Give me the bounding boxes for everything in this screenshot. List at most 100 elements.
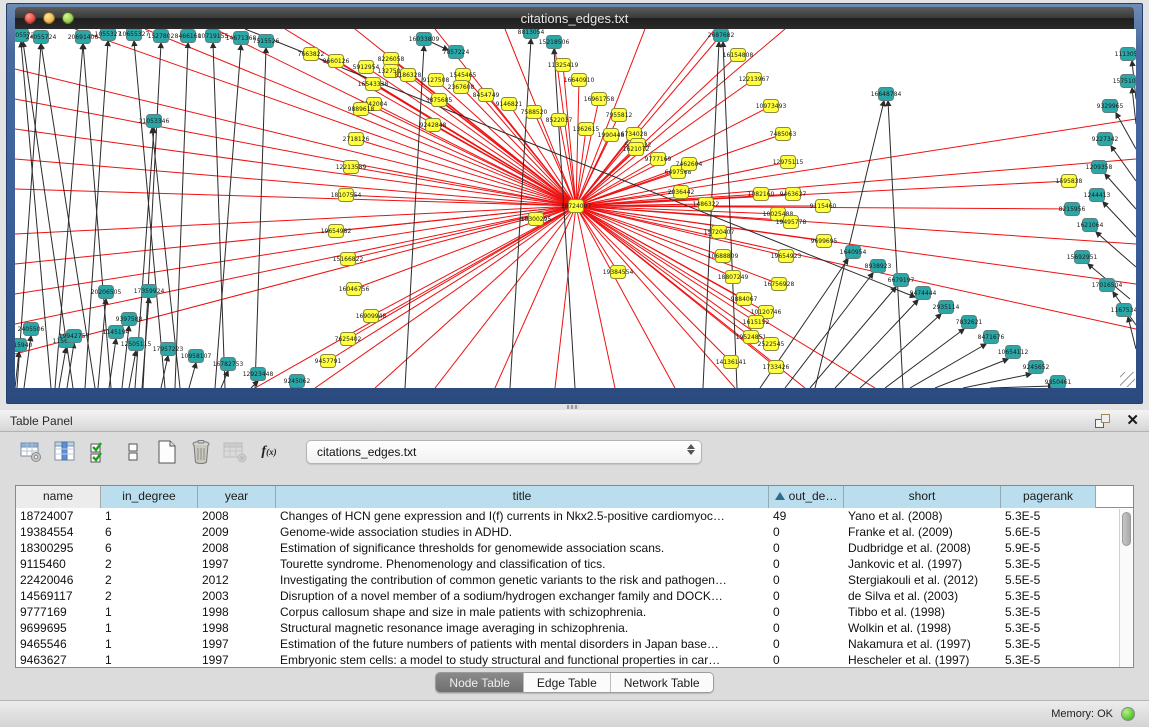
citation-edge[interactable]: [189, 363, 196, 388]
network-node[interactable]: 9245062: [284, 375, 311, 388]
network-node[interactable]: 17957223: [153, 343, 184, 356]
network-node[interactable]: 2718126: [343, 133, 370, 146]
network-node[interactable]: 10973493: [756, 100, 787, 113]
window-resize-grip[interactable]: [1120, 372, 1135, 387]
network-node[interactable]: 1595838: [1056, 175, 1083, 188]
network-node[interactable]: 12505115: [121, 338, 152, 351]
network-node[interactable]: 14136141: [716, 356, 747, 369]
network-window-titlebar[interactable]: citations_edges.txt: [15, 7, 1134, 29]
citation-edge[interactable]: [554, 49, 575, 388]
column-header-in_degree[interactable]: in_degree: [101, 486, 198, 508]
citation-edge[interactable]: [576, 206, 756, 322]
tab-node-table[interactable]: Node Table: [436, 673, 524, 692]
network-node[interactable]: 9127508: [423, 74, 450, 87]
column-header-short[interactable]: short: [844, 486, 1001, 508]
citation-edge[interactable]: [255, 48, 266, 388]
splitter-grip[interactable]: [567, 405, 579, 409]
table-row[interactable]: 911546021997Tourette syndrome. Phenomeno…: [16, 556, 1133, 572]
network-node[interactable]: 1167534: [1111, 304, 1136, 317]
network-node[interactable]: 19654923: [771, 250, 802, 263]
citation-edge[interactable]: [1116, 113, 1136, 149]
float-panel-icon[interactable]: [1095, 414, 1110, 428]
citation-edge[interactable]: [576, 159, 1136, 206]
table-row[interactable]: 1456911722003Disruption of a novel membe…: [16, 588, 1133, 604]
citation-edge[interactable]: [255, 206, 576, 388]
network-node[interactable]: 1244413: [1084, 189, 1111, 202]
citation-edge[interactable]: [17, 44, 41, 388]
network-node[interactable]: 9115460: [810, 200, 837, 213]
citation-edge[interactable]: [1103, 202, 1136, 237]
network-node[interactable]: 9463627: [780, 188, 807, 201]
network-node[interactable]: 9227342: [1092, 133, 1119, 146]
citation-edge[interactable]: [935, 359, 1008, 388]
table-row[interactable]: 977716911998Corpus callosum shape and si…: [16, 604, 1133, 620]
citation-edge[interactable]: [495, 206, 576, 388]
network-node[interactable]: 8215956: [1059, 203, 1086, 216]
citation-edge[interactable]: [1111, 146, 1136, 181]
network-node[interactable]: 9699695: [811, 235, 838, 248]
network-node[interactable]: 15692951: [1067, 251, 1098, 264]
new-table-icon[interactable]: [152, 437, 182, 467]
network-node[interactable]: 12923448: [243, 368, 274, 381]
network-node[interactable]: 20206505: [91, 286, 122, 299]
table-row[interactable]: 1830029562008Estimation of significance …: [16, 540, 1133, 556]
table-vertical-scrollbar[interactable]: [1119, 509, 1132, 667]
network-node[interactable]: 1362615: [573, 123, 600, 136]
citation-edge[interactable]: [175, 43, 188, 388]
table-row[interactable]: 946362711997Embryonic stem cells: a mode…: [16, 652, 1133, 668]
citation-edge[interactable]: [15, 99, 576, 206]
network-node[interactable]: 12213589: [336, 161, 367, 174]
network-node[interactable]: 9329965: [1097, 100, 1124, 113]
scrollbar-thumb[interactable]: [1122, 512, 1131, 546]
tab-network-table[interactable]: Network Table: [611, 673, 713, 692]
citation-edge[interactable]: [1096, 232, 1136, 267]
network-node[interactable]: 16961758: [584, 93, 615, 106]
network-node[interactable]: 5912954: [353, 61, 380, 74]
citation-edge[interactable]: [15, 206, 576, 294]
citation-edge[interactable]: [990, 386, 1053, 388]
table-row[interactable]: 946554611997Estimation of the future num…: [16, 636, 1133, 652]
network-node[interactable]: 9397588: [116, 313, 143, 326]
citation-edge[interactable]: [576, 206, 1136, 329]
citation-edge[interactable]: [435, 206, 576, 388]
network-node[interactable]: 10655327: [119, 29, 150, 41]
network-node[interactable]: 2367608: [448, 81, 475, 94]
network-node[interactable]: 1733426: [763, 361, 790, 374]
show-columns-icon[interactable]: [50, 437, 80, 467]
network-node[interactable]: 10654112: [998, 346, 1029, 359]
citation-edge[interactable]: [888, 101, 903, 388]
table-settings-icon[interactable]: [16, 437, 46, 467]
citation-edge[interactable]: [98, 299, 106, 388]
network-node[interactable]: 16640910: [564, 74, 595, 87]
citation-edge[interactable]: [1128, 317, 1136, 349]
function-builder-icon[interactable]: f(x): [254, 437, 284, 467]
citation-edge[interactable]: [328, 206, 576, 361]
network-node[interactable]: 21053346: [139, 115, 170, 128]
network-node[interactable]: 7515526: [253, 35, 280, 48]
citation-edge[interactable]: [21, 42, 51, 388]
network-node[interactable]: 9245652: [1023, 361, 1050, 374]
citation-edge[interactable]: [15, 206, 576, 234]
column-header-year[interactable]: year: [198, 486, 276, 508]
tab-edge-table[interactable]: Edge Table: [524, 673, 611, 692]
table-row[interactable]: 2242004622012Investigating the contribut…: [16, 572, 1133, 588]
network-node[interactable]: 8813054: [518, 29, 545, 39]
select-all-icon[interactable]: [84, 437, 114, 467]
network-node[interactable]: 16909948: [356, 310, 387, 323]
network-canvas[interactable]: 1872400718300295193845542405572240557242…: [15, 29, 1136, 388]
network-node[interactable]: 1113054: [1115, 48, 1136, 61]
citation-edge[interactable]: [15, 206, 576, 354]
network-node[interactable]: 7663822: [298, 48, 325, 61]
citation-edge[interactable]: [59, 348, 66, 388]
network-node[interactable]: 15751074: [1113, 75, 1136, 88]
network-node[interactable]: 12213967: [739, 73, 770, 86]
table-row[interactable]: 1872400712008Changes of HCN gene express…: [16, 508, 1133, 524]
network-node[interactable]: 15218506: [539, 36, 570, 49]
network-node[interactable]: 8471676: [978, 331, 1005, 344]
column-header-pagerank[interactable]: pagerank: [1001, 486, 1096, 508]
network-node[interactable]: 1640954: [840, 246, 867, 259]
network-node[interactable]: 7857224: [443, 46, 470, 59]
network-node[interactable]: 16648784: [871, 88, 902, 101]
network-node[interactable]: 2935114: [933, 301, 960, 314]
network-node[interactable]: 19654982: [321, 225, 352, 238]
